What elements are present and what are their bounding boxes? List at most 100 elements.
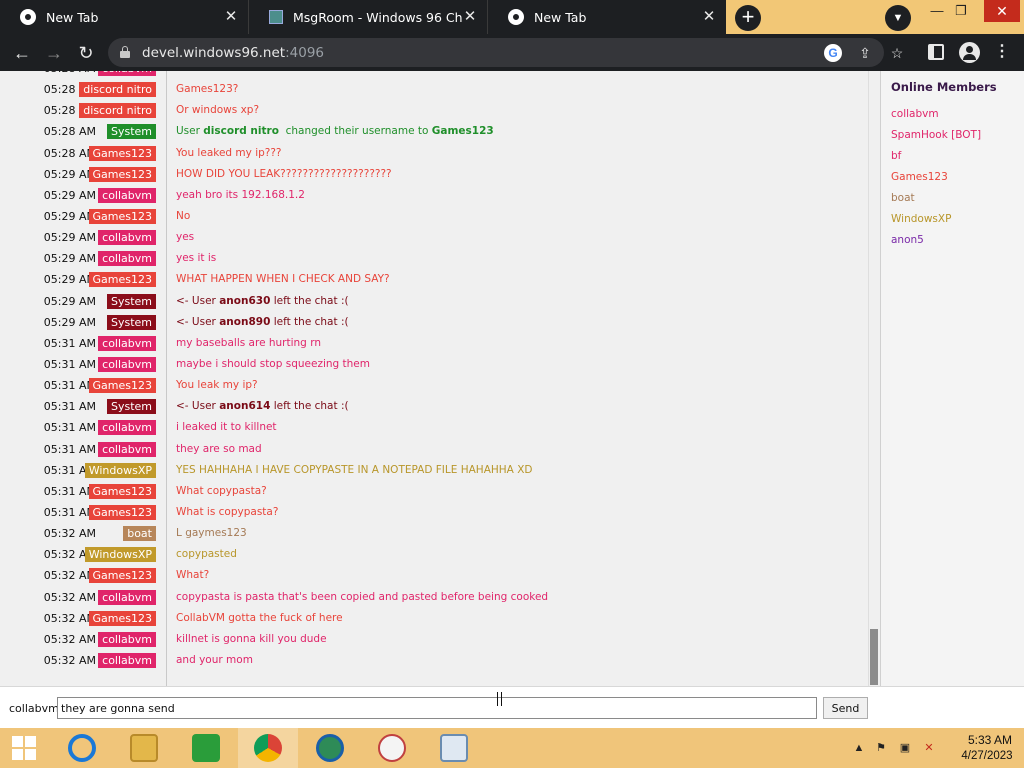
member-item[interactable]: SpamHook [BOT] (891, 129, 981, 141)
tab-new-tab-1[interactable]: New Tab ✕ (0, 0, 248, 34)
start-button[interactable] (0, 728, 50, 768)
compose-bar: collabvm Send (0, 686, 1024, 728)
message-username-badge[interactable]: Games123 (88, 483, 156, 499)
lock-icon[interactable] (120, 46, 130, 58)
close-tab-icon[interactable]: ✕ (224, 9, 238, 24)
message-time: 05:32 AM (43, 527, 96, 541)
message-text: WHAT HAPPEN WHEN I CHECK AND SAY? (176, 273, 390, 285)
forward-icon[interactable]: → (42, 41, 66, 65)
file-explorer-icon (130, 734, 158, 762)
share-icon[interactable]: ⇪ (856, 44, 874, 62)
profile-icon[interactable] (959, 42, 980, 63)
message-username-badge[interactable]: Games123 (88, 208, 156, 224)
taskbar-task-manager[interactable] (424, 728, 484, 768)
side-panel-icon[interactable] (928, 44, 944, 60)
message-username-badge[interactable]: System (106, 314, 156, 330)
message-text-part: and your mom (176, 653, 253, 666)
message-text: What? (176, 569, 209, 581)
message-row: 05:32 AM collabvm killnet is gonna kill yo… (0, 630, 868, 651)
google-icon[interactable]: G (824, 44, 842, 62)
url-text[interactable]: devel.windows96.net:4096 (142, 45, 324, 61)
message-username-badge[interactable]: WindowsXP (84, 462, 156, 478)
message-list[interactable]: 05:28 AMcollabvmlol05:28 AMdiscord nitro… (0, 71, 868, 686)
message-username-badge[interactable]: collabvm (98, 251, 156, 267)
member-item[interactable]: collabvm (891, 108, 939, 120)
tab-msgroom[interactable]: MsgRoom - Windows 96 Chat ✕ (248, 0, 487, 34)
restore-button[interactable]: ❐ (944, 0, 978, 24)
message-text: HOW DID YOU LEAK???????????????????? (176, 168, 392, 180)
message-username-badge[interactable]: Games123 (88, 610, 156, 626)
message-text-part: What? (176, 569, 210, 582)
message-username-badge[interactable]: collabvm (98, 230, 156, 246)
taskbar-store[interactable] (176, 728, 236, 768)
message-text: yeah bro its 192.168.1.2 (176, 189, 305, 201)
message-username-badge[interactable]: collabvm (98, 631, 156, 647)
address-bar[interactable]: devel.windows96.net:4096 G ⇪ ☆ (108, 38, 903, 67)
message-username-badge[interactable]: Games123 (88, 145, 156, 161)
message-row: 05:32 AM Games123 CollabVM gotta the fuck … (0, 609, 868, 630)
taskbar-internet-explorer[interactable] (52, 728, 112, 768)
scrollbar[interactable] (868, 71, 880, 686)
reload-icon[interactable]: ↻ (74, 41, 98, 65)
new-tab-button[interactable]: + (735, 5, 761, 31)
message-username-badge[interactable]: collabvm (98, 356, 156, 372)
taskbar-file-explorer[interactable] (114, 728, 174, 768)
close-tab-icon[interactable]: ✕ (702, 9, 716, 24)
message-username-badge[interactable]: Games123 (88, 166, 156, 182)
message-username-badge[interactable]: Games123 (88, 272, 156, 288)
star-icon[interactable]: ☆ (888, 44, 906, 62)
message-text: copypasta is pasta that's been copied an… (176, 591, 548, 603)
message-text: copypasted (176, 548, 237, 560)
member-item[interactable]: boat (891, 192, 915, 204)
message-text: What copypasta? (176, 485, 267, 497)
message-username-badge[interactable]: collabvm (98, 71, 156, 76)
message-username-badge[interactable]: Games123 (88, 378, 156, 394)
message-username-badge[interactable]: System (106, 124, 156, 140)
member-item[interactable]: Games123 (891, 171, 948, 183)
member-item[interactable]: anon5 (891, 234, 924, 246)
message-username-badge[interactable]: collabvm (98, 589, 156, 605)
clock-time[interactable]: 5:33 AM (960, 733, 1020, 747)
tab-new-tab-2[interactable]: New Tab ✕ (487, 0, 726, 34)
volume-muted-icon[interactable]: ✕ (922, 741, 936, 755)
taskbar-chrome[interactable] (238, 728, 298, 768)
show-hidden-icons-icon[interactable]: ▲ (852, 741, 866, 755)
message-rows: 05:28 AMcollabvmlol05:28 AMdiscord nitro… (0, 71, 868, 672)
taskbar-download-manager[interactable] (300, 728, 360, 768)
message-time: 05:29 AM (43, 252, 96, 266)
member-item[interactable]: WindowsXP (891, 213, 951, 225)
back-icon[interactable]: ← (10, 41, 34, 65)
message-text: and your mom (176, 654, 253, 666)
message-input[interactable] (57, 697, 817, 719)
message-username-badge[interactable]: System (106, 399, 156, 415)
flag-icon[interactable]: ⚑ (874, 741, 888, 755)
message-text-part: copypasted (176, 548, 237, 561)
message-username-badge[interactable]: collabvm (98, 441, 156, 457)
tab-search-button[interactable]: ▼ (885, 5, 911, 31)
network-icon[interactable]: ▣ (898, 741, 912, 755)
member-item[interactable]: bf (891, 150, 901, 162)
message-row: 05:32 AM boat L gaymes123 (0, 524, 868, 545)
message-text-part: they are so mad (176, 442, 262, 455)
message-username-badge[interactable]: collabvm (98, 652, 156, 668)
download-manager-icon (316, 734, 344, 762)
message-username-badge[interactable]: discord nitro (79, 103, 156, 119)
message-username-badge[interactable]: boat (123, 526, 156, 542)
scrollbar-thumb[interactable] (870, 629, 878, 685)
message-text-part: L gaymes123 (176, 527, 247, 540)
message-time: 05:29 AM (43, 231, 96, 245)
message-username-badge[interactable]: System (106, 293, 156, 309)
message-username-badge[interactable]: collabvm (98, 335, 156, 351)
message-username-badge[interactable]: discord nitro (79, 82, 156, 98)
message-username-badge[interactable]: collabvm (98, 187, 156, 203)
taskbar-paint[interactable] (362, 728, 422, 768)
send-button[interactable]: Send (823, 697, 868, 719)
message-username-badge[interactable]: Games123 (88, 504, 156, 520)
menu-icon[interactable]: ⋮ (994, 42, 1010, 62)
message-username-badge[interactable]: Games123 (88, 568, 156, 584)
clock-date[interactable]: 4/27/2023 (952, 750, 1022, 762)
message-username-badge[interactable]: WindowsXP (84, 547, 156, 563)
close-window-button[interactable]: ✕ (984, 0, 1020, 22)
close-tab-icon[interactable]: ✕ (463, 9, 477, 24)
message-username-badge[interactable]: collabvm (98, 420, 156, 436)
